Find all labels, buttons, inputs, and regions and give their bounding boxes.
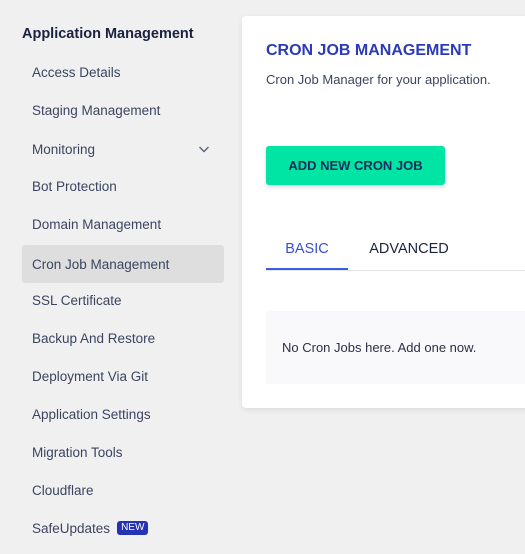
sidebar-item-label: Access Details — [32, 64, 121, 80]
sidebar-item-cron-job-management[interactable]: Cron Job Management — [22, 245, 224, 283]
tab-basic[interactable]: BASIC — [266, 230, 348, 270]
sidebar-item-domain-management[interactable]: Domain Management — [22, 205, 224, 243]
sidebar-item-deployment-via-git[interactable]: Deployment Via Git — [22, 357, 224, 395]
sidebar-item-label: Cron Job Management — [32, 256, 170, 272]
cron-job-card: CRON JOB MANAGEMENT Cron Job Manager for… — [242, 16, 525, 408]
empty-state-message: No Cron Jobs here. Add one now. — [282, 340, 477, 355]
sidebar-item-application-settings[interactable]: Application Settings — [22, 395, 224, 433]
add-new-cron-job-button[interactable]: ADD NEW CRON JOB — [266, 146, 445, 185]
sidebar-item-migration-tools[interactable]: Migration Tools — [22, 433, 224, 471]
sidebar-item-safeupdates[interactable]: SafeUpdates NEW — [22, 509, 224, 547]
new-badge: NEW — [117, 521, 149, 535]
sidebar-item-label: Monitoring — [32, 141, 96, 157]
sidebar-item-ssl-certificate[interactable]: SSL Certificate — [22, 281, 224, 319]
sidebar-item-label: SafeUpdates — [32, 520, 111, 536]
sidebar-item-label: Backup And Restore — [32, 330, 156, 346]
sidebar-item-cloudflare[interactable]: Cloudflare — [22, 471, 224, 509]
sidebar-item-access-details[interactable]: Access Details — [22, 53, 224, 91]
page-title: CRON JOB MANAGEMENT — [266, 42, 472, 59]
sidebar-item-label: SSL Certificate — [32, 292, 122, 308]
chevron-down-icon[interactable] — [198, 143, 210, 155]
sidebar-item-staging-management[interactable]: Staging Management — [22, 91, 224, 129]
sidebar-item-label: Domain Management — [32, 216, 162, 232]
sidebar-item-monitoring[interactable]: Monitoring — [22, 130, 224, 168]
sidebar-item-label: Application Settings — [32, 406, 151, 422]
sidebar-item-label: Staging Management — [32, 102, 161, 118]
sidebar-item-label: Migration Tools — [32, 444, 123, 460]
sidebar-item-bot-protection[interactable]: Bot Protection — [22, 167, 224, 205]
tab-bar: BASIC ADVANCED — [266, 230, 525, 271]
sidebar-item-backup-and-restore[interactable]: Backup And Restore — [22, 319, 224, 357]
page-subtitle: Cron Job Manager for your application. — [266, 72, 491, 87]
sidebar-item-label: Deployment Via Git — [32, 368, 149, 384]
empty-state: No Cron Jobs here. Add one now. — [266, 311, 525, 384]
tab-advanced[interactable]: ADVANCED — [348, 230, 470, 268]
sidebar-item-label: Bot Protection — [32, 178, 117, 194]
sidebar-item-label: Cloudflare — [32, 482, 94, 498]
sidebar-title: Application Management — [22, 26, 194, 42]
